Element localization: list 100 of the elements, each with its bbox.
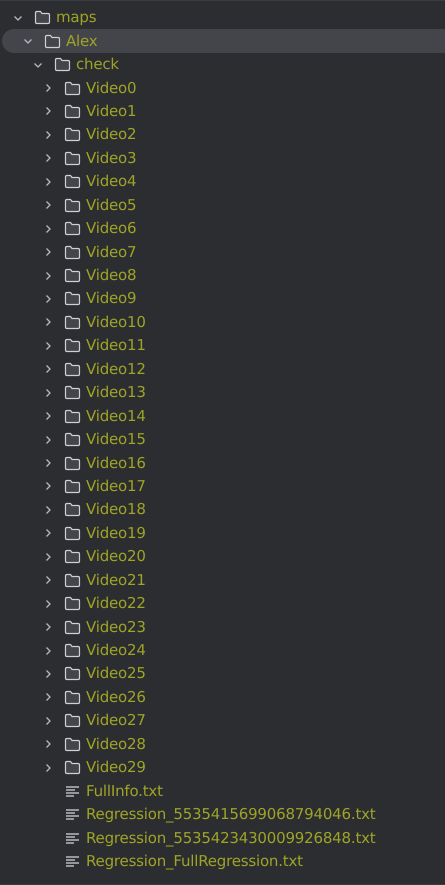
folder-icon: [64, 291, 81, 306]
chevron-right-icon[interactable]: [43, 224, 53, 234]
folder-icon: [34, 10, 51, 26]
chevron-right-icon[interactable]: [43, 481, 53, 492]
chevron-right-icon[interactable]: [43, 294, 53, 304]
tree-item-label: Video0: [86, 80, 136, 96]
tree-row[interactable]: Video25: [2, 662, 445, 686]
tree-item-label: Video29: [86, 760, 146, 776]
tree-row[interactable]: check: [2, 52, 445, 76]
chevron-right-icon[interactable]: [43, 176, 53, 187]
chevron-right-icon[interactable]: [43, 598, 53, 609]
folder-icon: [64, 221, 81, 236]
tree-row[interactable]: Video24: [2, 638, 445, 662]
folder-icon: [64, 80, 81, 96]
tree-row[interactable]: Video7: [2, 240, 445, 264]
tree-row[interactable]: Video14: [2, 404, 445, 428]
tree-row[interactable]: Video3: [2, 146, 445, 170]
chevron-right-icon[interactable]: [43, 364, 53, 374]
folder-icon: [64, 338, 81, 354]
text-file-icon: [64, 784, 81, 799]
tree-item-label: Video5: [86, 198, 136, 213]
chevron-right-icon[interactable]: [43, 247, 53, 258]
tree-item-label: Video6: [86, 221, 136, 236]
folder-icon: [64, 432, 81, 448]
tree-row[interactable]: Video22: [2, 592, 445, 616]
chevron-right-icon[interactable]: [43, 130, 53, 140]
tree-row[interactable]: Video26: [2, 686, 445, 710]
chevron-right-icon[interactable]: [43, 552, 53, 562]
tree-row[interactable]: Video1: [2, 100, 445, 124]
chevron-right-icon[interactable]: [43, 762, 53, 773]
tree-item-label: Video9: [86, 291, 136, 306]
tree-row[interactable]: FullInfo.txt: [2, 779, 445, 803]
tree-row[interactable]: Video12: [2, 358, 445, 381]
chevron-right-icon[interactable]: [43, 270, 53, 281]
tree-row[interactable]: Video8: [2, 264, 445, 288]
tree-row[interactable]: Video17: [2, 474, 445, 498]
tree-item-label: Video26: [86, 690, 146, 705]
tree-row[interactable]: Video23: [2, 615, 445, 639]
text-file-icon: [64, 830, 81, 846]
chevron-right-icon[interactable]: [43, 106, 53, 116]
tree-row[interactable]: Video28: [2, 732, 445, 756]
chevron-right-icon[interactable]: [43, 716, 53, 726]
tree-row[interactable]: Video4: [2, 170, 445, 194]
folder-icon: [64, 150, 81, 166]
tree-row[interactable]: Regression_5535423430009926848.txt: [2, 826, 445, 850]
folder-icon: [64, 198, 81, 213]
chevron-right-icon[interactable]: [43, 200, 53, 210]
chevron-right-icon[interactable]: [43, 622, 53, 632]
tree-row[interactable]: Video18: [2, 498, 445, 522]
chevron-right-icon[interactable]: [43, 575, 53, 586]
tree-row[interactable]: Video0: [2, 76, 445, 100]
tree-row[interactable]: Video9: [2, 287, 445, 311]
tree-row[interactable]: Video10: [2, 310, 445, 334]
tree-row[interactable]: Regression_5535415699068794046.txt: [2, 802, 445, 826]
chevron-right-icon[interactable]: [43, 83, 53, 94]
chevron-right-icon[interactable]: [43, 411, 53, 422]
chevron-right-icon[interactable]: [43, 388, 53, 398]
tree-row[interactable]: Video29: [2, 756, 445, 780]
tree-row[interactable]: Video5: [2, 194, 445, 217]
tree-row[interactable]: maps: [2, 6, 445, 30]
chevron-right-icon[interactable]: [43, 646, 53, 656]
folder-icon: [64, 385, 81, 400]
tree-row[interactable]: Video13: [2, 381, 445, 404]
tree-item-label: Video27: [86, 713, 146, 728]
chevron-right-icon[interactable]: [43, 739, 53, 750]
folder-icon: [64, 456, 81, 471]
tree-item-label: Video23: [86, 620, 146, 635]
folder-icon: [64, 174, 81, 190]
tree-item-label: Video21: [86, 572, 146, 588]
tree-row[interactable]: Video27: [2, 709, 445, 733]
tree-row[interactable]: Video6: [2, 216, 445, 240]
chevron-right-icon[interactable]: [43, 317, 53, 328]
tree-item-label: Video7: [86, 244, 136, 260]
tree-item-label: Video8: [86, 268, 136, 284]
chevron-down-icon[interactable]: [23, 36, 33, 46]
tree-row[interactable]: Alex: [2, 29, 445, 53]
tree-row[interactable]: Video16: [2, 451, 445, 475]
chevron-right-icon[interactable]: [43, 458, 53, 468]
tree-item-label: Regression_5535415699068794046.txt: [86, 807, 376, 822]
chevron-right-icon[interactable]: [43, 340, 53, 351]
tree-item-label: Video4: [86, 174, 136, 190]
tree-item-label: Video13: [86, 385, 146, 400]
chevron-right-icon[interactable]: [43, 692, 53, 702]
tree-row[interactable]: Video19: [2, 522, 445, 546]
tree-row[interactable]: Video20: [2, 545, 445, 568]
tree-row[interactable]: Video21: [2, 568, 445, 592]
chevron-right-icon[interactable]: [43, 528, 53, 538]
tree-item-label: Regression_5535423430009926848.txt: [86, 830, 376, 846]
folder-icon: [64, 596, 81, 612]
tree-item-label: Video10: [86, 314, 146, 330]
tree-row[interactable]: Video15: [2, 428, 445, 452]
tree-row[interactable]: Regression_FullRegression.txt: [2, 850, 445, 874]
tree-item-label: Video11: [86, 338, 146, 354]
tree-row[interactable]: Video11: [2, 334, 445, 358]
chevron-right-icon[interactable]: [43, 153, 53, 164]
chevron-right-icon[interactable]: [43, 668, 53, 679]
tree-item-label: Video24: [86, 643, 146, 658]
tree-row[interactable]: Video2: [2, 123, 445, 147]
chevron-right-icon[interactable]: [43, 434, 53, 445]
chevron-right-icon[interactable]: [43, 504, 53, 515]
